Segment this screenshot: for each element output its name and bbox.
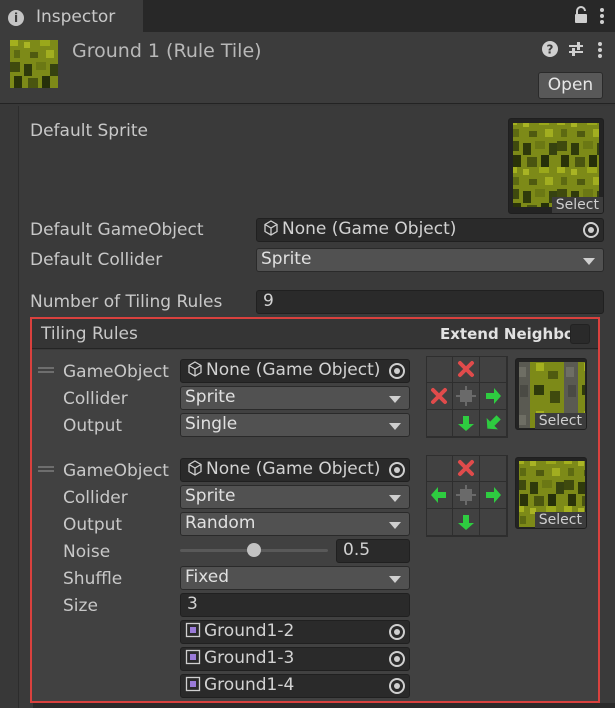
inspector-tab[interactable]: i Inspector <box>0 0 143 32</box>
default-sprite-label: Default Sprite <box>30 121 148 141</box>
default-sprite-field[interactable]: Select <box>508 118 604 214</box>
num-rules-field[interactable]: 9 <box>256 290 604 314</box>
default-collider-label: Default Collider <box>30 250 163 270</box>
info-icon: i <box>8 10 24 26</box>
default-collider-value: Sprite <box>261 249 312 269</box>
preset-icon[interactable] <box>566 40 586 60</box>
default-gameobject-value: None (Game Object) <box>282 219 457 239</box>
open-button[interactable]: Open <box>538 72 603 99</box>
object-picker-icon[interactable] <box>583 222 599 238</box>
default-sprite-select[interactable]: Select <box>551 197 603 213</box>
asset-title: Ground 1 (Rule Tile) <box>72 40 262 62</box>
default-gameobject-label: Default GameObject <box>30 220 204 240</box>
lock-icon[interactable] <box>572 6 590 26</box>
tiling-rules-highlight <box>30 317 600 703</box>
next-rule-edge <box>33 703 615 708</box>
more-icon[interactable] <box>590 40 610 60</box>
gameobject-icon <box>263 220 279 236</box>
tab-menu-icon[interactable] <box>593 6 611 26</box>
default-collider-dropdown[interactable]: Sprite <box>256 248 604 272</box>
default-gameobject-field[interactable]: None (Game Object) <box>256 218 604 242</box>
num-rules-label: Number of Tiling Rules <box>30 292 223 312</box>
chevron-down-icon <box>583 258 595 265</box>
help-icon[interactable]: ? <box>540 40 560 60</box>
asset-thumbnail <box>10 40 58 88</box>
asset-header: Ground 1 (Rule Tile) ? <box>0 32 615 104</box>
tab-label: Inspector <box>36 7 116 27</box>
svg-text:?: ? <box>547 43 554 57</box>
